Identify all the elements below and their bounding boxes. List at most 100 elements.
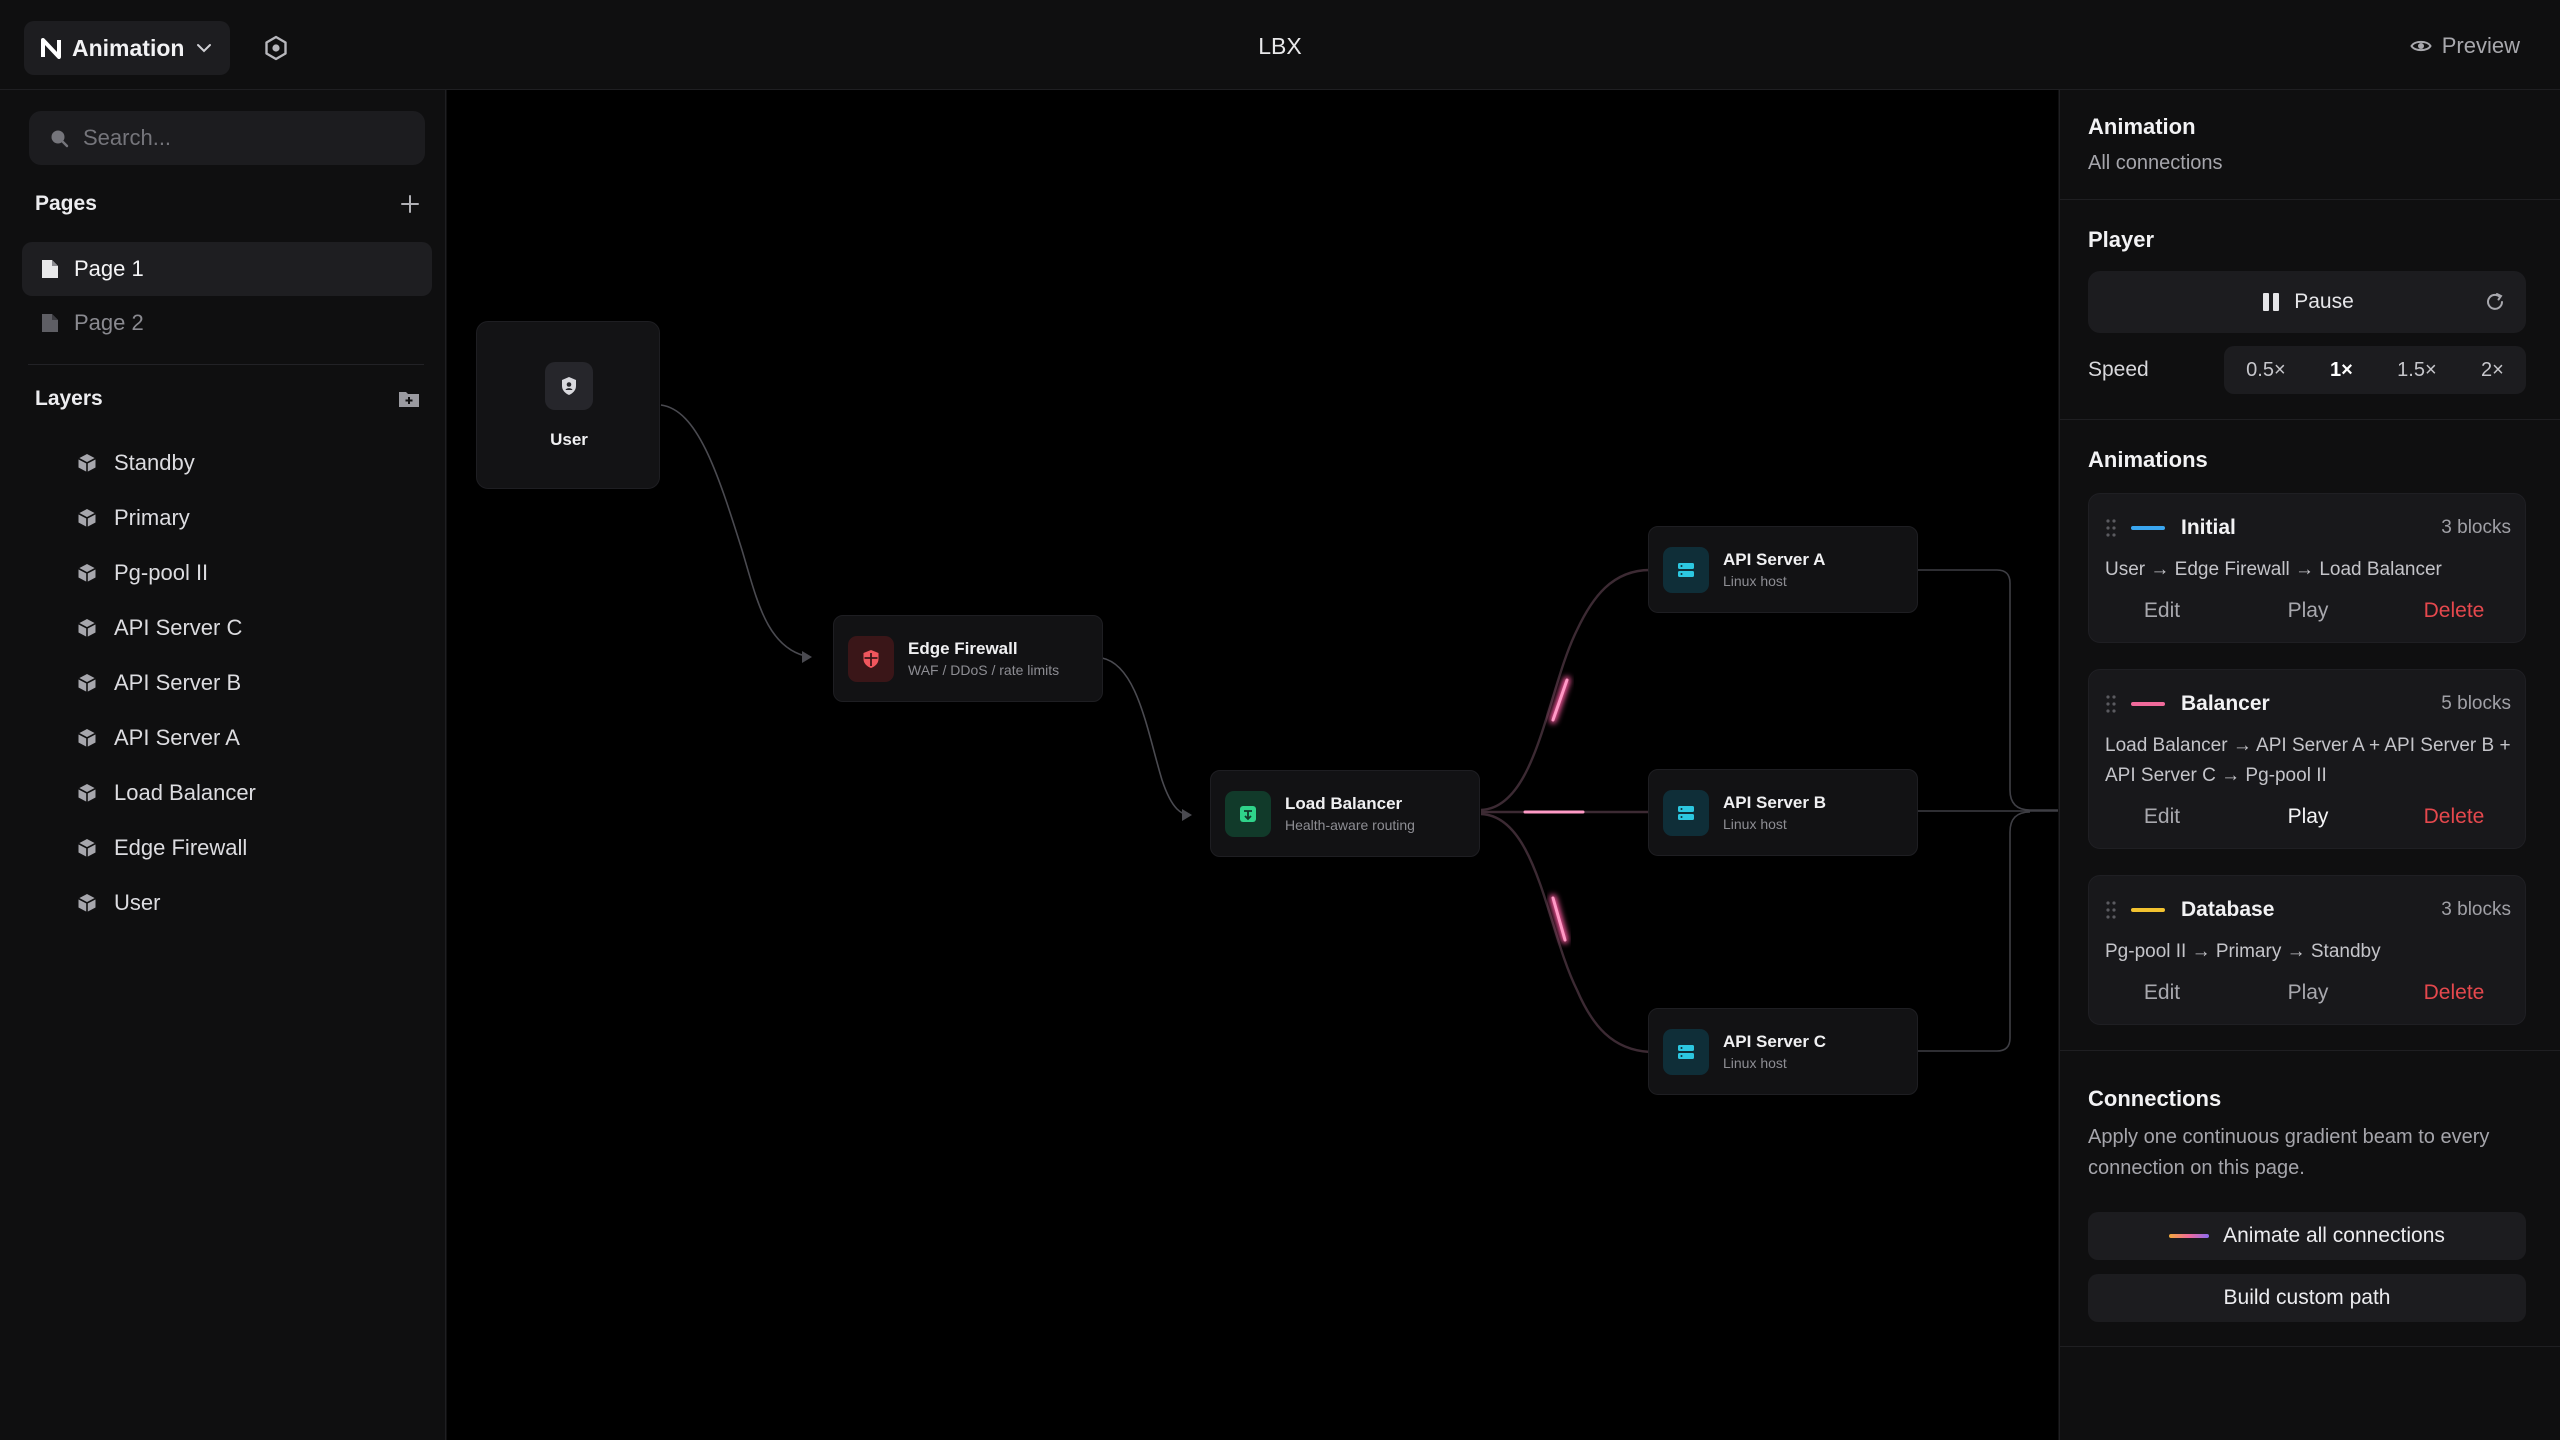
cube-icon	[78, 453, 96, 472]
animation-card-initial[interactable]: Initial 3 blocks User → Edge Firewall → …	[2088, 493, 2526, 643]
animate-all-connections-button[interactable]: Animate all connections	[2088, 1212, 2526, 1260]
connection-api-c-pool[interactable]	[1917, 811, 2031, 1052]
cube-icon	[78, 838, 96, 857]
layer-item-api-server-b[interactable]: API Server B	[76, 655, 256, 710]
drag-handle-icon[interactable]	[2105, 694, 2117, 714]
app-window: Animation LBX Preview Search... Pages Pa…	[0, 0, 2560, 1440]
animation-path: Pg-pool II → Primary → Standby	[2105, 941, 2381, 962]
delete-button[interactable]: Delete	[2385, 981, 2523, 1005]
page-item-page-2[interactable]: Page 2	[22, 296, 432, 350]
edit-button[interactable]: Edit	[2093, 981, 2231, 1005]
layer-item-api-server-a[interactable]: API Server A	[76, 710, 256, 765]
pause-button[interactable]: Pause	[2088, 271, 2526, 333]
play-button[interactable]: Play	[2239, 805, 2377, 829]
layer-label: API Server B	[114, 669, 242, 695]
connections-description: Apply one continuous gradient beam to ev…	[2088, 1126, 2490, 1179]
arrow-head	[802, 651, 812, 663]
speed-selector: 0.5× 1× 1.5× 2×	[2224, 346, 2526, 394]
panel-header: Animation All connections	[2088, 114, 2528, 175]
layer-item-pg-pool[interactable]: Pg-pool II	[76, 545, 256, 600]
animation-card-header: Initial 3 blocks	[2105, 516, 2511, 540]
layer-item-load-balancer[interactable]: Load Balancer	[76, 765, 256, 820]
layer-item-primary[interactable]: Primary	[76, 490, 256, 545]
node-load-balancer[interactable]: Load Balancer Health-aware routing	[1210, 770, 1480, 857]
node-subtitle: Linux host	[1723, 1055, 1787, 1071]
cube-icon	[78, 673, 96, 692]
layers-title: Layers	[35, 387, 103, 410]
layer-item-api-server-c[interactable]: API Server C	[76, 600, 256, 655]
add-folder-icon[interactable]	[397, 388, 421, 410]
animation-path: Load Balancer → API Server A + API Serve…	[2105, 735, 2511, 786]
drag-handle-icon[interactable]	[2105, 900, 2117, 920]
beam-pulse-api-c-core	[1551, 896, 1567, 942]
drag-handle-icon[interactable]	[2105, 518, 2117, 538]
animations-title: Animations	[2088, 447, 2208, 472]
layer-item-standby[interactable]: Standby	[76, 435, 256, 490]
node-title: API Server A	[1723, 550, 1826, 569]
firewall-shield-icon	[848, 635, 894, 682]
panel-divider	[2060, 1050, 2560, 1051]
animate-all-label: Animate all connections	[2223, 1224, 2445, 1247]
left-sidebar: Pages Page 1 Page 2 Layers	[0, 90, 446, 1440]
refresh-icon[interactable]	[2484, 291, 2506, 313]
node-title: API Server B	[1723, 793, 1826, 812]
node-api-server-a[interactable]: API Server A Linux host	[1648, 526, 1918, 613]
block-count: 3 blocks	[2441, 517, 2511, 538]
node-api-server-b[interactable]: API Server B Linux host	[1648, 769, 1918, 856]
layer-label: Pg-pool II	[114, 559, 209, 585]
node-title: API Server C	[1723, 1032, 1826, 1051]
speed-label: Speed	[2088, 358, 2149, 381]
edit-button[interactable]: Edit	[2093, 599, 2231, 623]
custom-path-label: Build custom path	[2223, 1286, 2391, 1309]
beam-pulse-api-a-core	[1551, 678, 1569, 722]
pages-title: Pages	[35, 192, 97, 215]
panel-divider	[2060, 199, 2560, 200]
layer-label: API Server C	[114, 614, 243, 640]
play-button[interactable]: Play	[2239, 599, 2377, 623]
search-box[interactable]	[29, 111, 425, 165]
diagram-canvas[interactable]: User Edge Firewall WAF / DDoS / rate lim…	[447, 90, 2058, 1440]
cube-icon	[78, 618, 96, 637]
speed-option-1-5x[interactable]: 1.5×	[2397, 359, 2436, 382]
panel-divider	[2060, 419, 2560, 420]
speed-option-1x[interactable]: 1×	[2330, 359, 2353, 382]
animation-card-header: Balancer 5 blocks	[2105, 692, 2511, 716]
node-subtitle: Linux host	[1723, 573, 1787, 589]
play-button[interactable]: Play	[2239, 981, 2377, 1005]
user-shield-icon	[545, 362, 593, 410]
speed-option-0-5x[interactable]: 0.5×	[2246, 359, 2285, 382]
edit-button[interactable]: Edit	[2093, 805, 2231, 829]
node-edge-firewall[interactable]: Edge Firewall WAF / DDoS / rate limits	[833, 615, 1103, 702]
connection-firewall-balancer[interactable]	[1101, 657, 1191, 816]
page-icon	[42, 314, 58, 332]
layer-item-edge-firewall[interactable]: Edge Firewall	[76, 820, 256, 875]
cube-icon	[78, 728, 96, 747]
animation-name: Database	[2181, 898, 2275, 921]
delete-button[interactable]: Delete	[2385, 805, 2523, 829]
layer-item-user[interactable]: User	[76, 875, 256, 930]
color-swatch	[2131, 702, 2165, 706]
animation-actions: Edit Play Delete	[2089, 981, 2527, 1005]
connection-user-firewall[interactable]	[660, 404, 811, 658]
speed-option-2x[interactable]: 2×	[2481, 359, 2504, 382]
animation-card-database[interactable]: Database 3 blocks Pg-pool II → Primary →…	[2088, 875, 2526, 1025]
node-title: User	[550, 430, 588, 449]
build-custom-path-button[interactable]: Build custom path	[2088, 1274, 2526, 1322]
delete-button[interactable]: Delete	[2385, 599, 2523, 623]
layer-label: Primary	[114, 504, 190, 530]
connection-api-a-pool[interactable]	[1917, 569, 2058, 811]
node-api-server-c[interactable]: API Server C Linux host	[1648, 1008, 1918, 1095]
cube-icon	[78, 783, 96, 802]
page-item-page-1[interactable]: Page 1	[22, 242, 432, 296]
page-icon	[42, 260, 58, 278]
animation-name: Balancer	[2181, 692, 2270, 715]
block-count: 5 blocks	[2441, 693, 2511, 714]
eye-icon	[2410, 40, 2432, 52]
search-input[interactable]	[83, 125, 403, 151]
node-user[interactable]: User	[476, 321, 660, 489]
add-page-icon[interactable]	[399, 193, 421, 215]
preview-button[interactable]: Preview	[2410, 33, 2520, 59]
layer-label: Standby	[114, 449, 195, 475]
connections-section: Connections Apply one continuous gradien…	[2088, 1086, 2528, 1184]
animation-card-balancer[interactable]: Balancer 5 blocks Load Balancer → API Se…	[2088, 669, 2526, 849]
